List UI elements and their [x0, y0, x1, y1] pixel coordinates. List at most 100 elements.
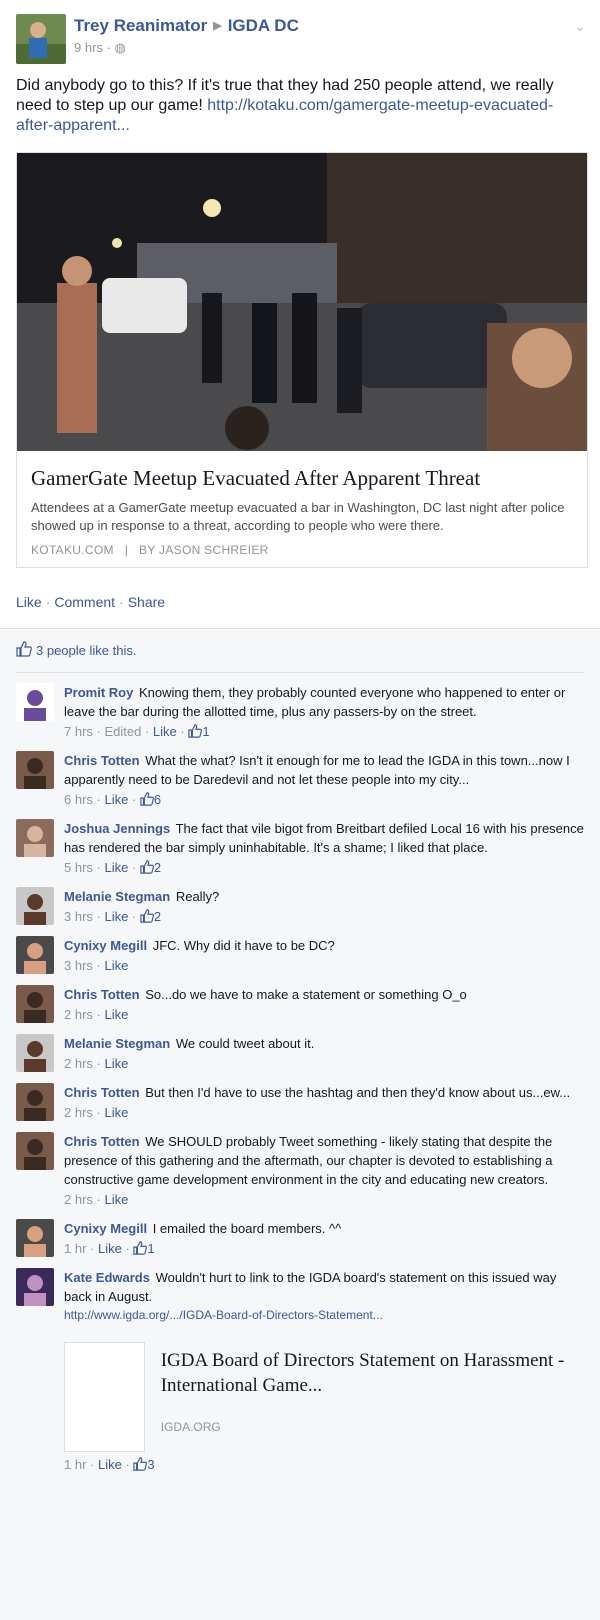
- commenter-avatar[interactable]: [16, 887, 54, 925]
- thumbs-up-icon: [133, 1241, 148, 1256]
- comment-like-link[interactable]: Like: [98, 1241, 122, 1256]
- comment-meta: 3 hrs · Like: [64, 958, 129, 973]
- likes-summary[interactable]: 3 people like this.: [16, 629, 584, 673]
- commenter-name[interactable]: Chris Totten: [64, 1134, 140, 1149]
- comment-time[interactable]: 6 hrs: [64, 792, 93, 807]
- comment: Joshua Jennings The fact that vile bigot…: [16, 819, 584, 877]
- like-count[interactable]: 2: [154, 909, 161, 924]
- comment: Kate Edwards Wouldn't hurt to link to th…: [16, 1268, 584, 1474]
- comments-section: 3 people like this. Promit Roy Knowing t…: [0, 629, 600, 1474]
- comment-like-link[interactable]: Like: [153, 724, 177, 739]
- thumbs-up-icon: [133, 1457, 148, 1472]
- comment-text: I emailed the board members. ^^: [152, 1221, 342, 1236]
- comment-meta: 3 hrs · Like · 2: [64, 909, 162, 924]
- like-count[interactable]: 2: [154, 860, 161, 875]
- comment-time[interactable]: 1 hr: [64, 1457, 86, 1472]
- link-preview-card[interactable]: IGDA Board of Directors Statement on Har…: [64, 1342, 584, 1454]
- comment-text: Really?: [175, 889, 220, 904]
- comment: Promit Roy Knowing them, they probably c…: [16, 683, 584, 741]
- comment-time[interactable]: 2 hrs: [64, 1056, 93, 1071]
- comment-text: Knowing them, they probably counted ever…: [64, 685, 566, 719]
- comment-like-link[interactable]: Like: [104, 909, 128, 924]
- comment: Melanie Stegman Really? 3 hrs · Like · 2: [16, 887, 584, 926]
- thumbs-up-icon: [140, 909, 154, 924]
- card-description: Attendees at a GamerGate meetup evacuate…: [31, 500, 565, 533]
- comment-meta: 2 hrs · Like: [64, 1105, 129, 1120]
- comment-time[interactable]: 7 hrs: [64, 724, 93, 739]
- commenter-name[interactable]: Chris Totten: [64, 1085, 140, 1100]
- commenter-name[interactable]: Chris Totten: [64, 987, 140, 1002]
- comment-meta: 6 hrs · Like · 6: [64, 792, 162, 807]
- commenter-name[interactable]: Cynixy Megill: [64, 1221, 147, 1236]
- post-header: Trey Reanimator ▶ IGDA DC 9 hrs · ◍ ⌄: [16, 14, 586, 64]
- commenter-name[interactable]: Chris Totten: [64, 753, 140, 768]
- comment-time[interactable]: 2 hrs: [64, 1192, 93, 1207]
- comment-list: Promit Roy Knowing them, they probably c…: [16, 683, 584, 1474]
- like-count[interactable]: 1: [147, 1241, 154, 1256]
- comment-like-link[interactable]: Like: [104, 1056, 128, 1071]
- comment-like-link[interactable]: Like: [104, 1007, 128, 1022]
- commenter-avatar[interactable]: [16, 1132, 54, 1170]
- comment-like-link[interactable]: Like: [104, 1192, 128, 1207]
- commenter-name[interactable]: Kate Edwards: [64, 1270, 150, 1285]
- comment-like-link[interactable]: Like: [104, 860, 128, 875]
- commenter-avatar[interactable]: [16, 683, 54, 721]
- author-avatar[interactable]: [16, 14, 66, 64]
- commenter-name[interactable]: Promit Roy: [64, 685, 133, 700]
- like-count[interactable]: 1: [202, 724, 209, 739]
- like-link[interactable]: Like: [16, 594, 42, 610]
- comment-text: We could tweet about it.: [175, 1036, 315, 1051]
- comment-time[interactable]: 3 hrs: [64, 958, 93, 973]
- edited-label[interactable]: Edited: [104, 724, 141, 739]
- commenter-name[interactable]: Joshua Jennings: [64, 821, 170, 836]
- comment-like-link[interactable]: Like: [104, 1105, 128, 1120]
- comment-meta: 2 hrs · Like: [64, 1007, 129, 1022]
- link-preview-card[interactable]: GamerGate Meetup Evacuated After Apparen…: [16, 152, 588, 568]
- group-name[interactable]: IGDA DC: [228, 16, 299, 35]
- thumbs-up-icon: [16, 641, 32, 660]
- card-title[interactable]: IGDA Board of Directors Statement on Har…: [161, 1348, 584, 1398]
- comment-link[interactable]: http://www.igda.org/.../IGDA-Board-of-Di…: [64, 1306, 584, 1324]
- share-link[interactable]: Share: [128, 594, 165, 610]
- article-photo: [17, 153, 587, 451]
- link-thumbnail: [64, 1342, 145, 1452]
- comment-time[interactable]: 2 hrs: [64, 1105, 93, 1120]
- comment-text: But then I'd have to use the hashtag and…: [145, 1085, 571, 1100]
- commenter-avatar[interactable]: [16, 1083, 54, 1121]
- comment: Cynixy Megill I emailed the board member…: [16, 1219, 584, 1258]
- comment-meta: 1 hr · Like · 3: [64, 1457, 155, 1472]
- commenter-name[interactable]: Melanie Stegman: [64, 1036, 170, 1051]
- comment-time[interactable]: 5 hrs: [64, 860, 93, 875]
- comment-link[interactable]: Comment: [54, 594, 115, 610]
- comment-time[interactable]: 2 hrs: [64, 1007, 93, 1022]
- comment-like-link[interactable]: Like: [104, 958, 128, 973]
- commenter-avatar[interactable]: [16, 1268, 54, 1306]
- comment-text: JFC. Why did it have to be DC?: [152, 938, 335, 953]
- globe-icon: ◍: [114, 40, 126, 55]
- commenter-name[interactable]: Cynixy Megill: [64, 938, 147, 953]
- comment-like-link[interactable]: Like: [98, 1457, 122, 1472]
- comment: Cynixy Megill JFC. Why did it have to be…: [16, 936, 584, 975]
- comment-time[interactable]: 3 hrs: [64, 909, 93, 924]
- commenter-avatar[interactable]: [16, 1219, 54, 1257]
- chevron-down-icon[interactable]: ⌄: [574, 18, 586, 35]
- thumbs-up-icon: [140, 860, 154, 875]
- commenter-avatar[interactable]: [16, 819, 54, 857]
- card-source: IGDA.ORG: [160, 1420, 221, 1434]
- card-title[interactable]: GamerGate Meetup Evacuated After Apparen…: [31, 465, 573, 491]
- like-count[interactable]: 6: [154, 792, 161, 807]
- post: Trey Reanimator ▶ IGDA DC 9 hrs · ◍ ⌄ Did …: [0, 0, 600, 629]
- commenter-name[interactable]: Melanie Stegman: [64, 889, 170, 904]
- commenter-avatar[interactable]: [16, 751, 54, 789]
- comment: Chris Totten We SHOULD probably Tweet so…: [16, 1132, 584, 1209]
- comment: Melanie Stegman We could tweet about it.…: [16, 1034, 584, 1073]
- commenter-avatar[interactable]: [16, 936, 54, 974]
- comment-time[interactable]: 1 hr: [64, 1241, 86, 1256]
- author-name[interactable]: Trey Reanimator: [74, 16, 207, 35]
- commenter-avatar[interactable]: [16, 1034, 54, 1072]
- comment-like-link[interactable]: Like: [104, 792, 128, 807]
- thumbs-up-icon: [140, 792, 154, 807]
- commenter-avatar[interactable]: [16, 985, 54, 1023]
- like-count[interactable]: 3: [147, 1457, 154, 1472]
- post-time[interactable]: 9 hrs: [74, 40, 103, 55]
